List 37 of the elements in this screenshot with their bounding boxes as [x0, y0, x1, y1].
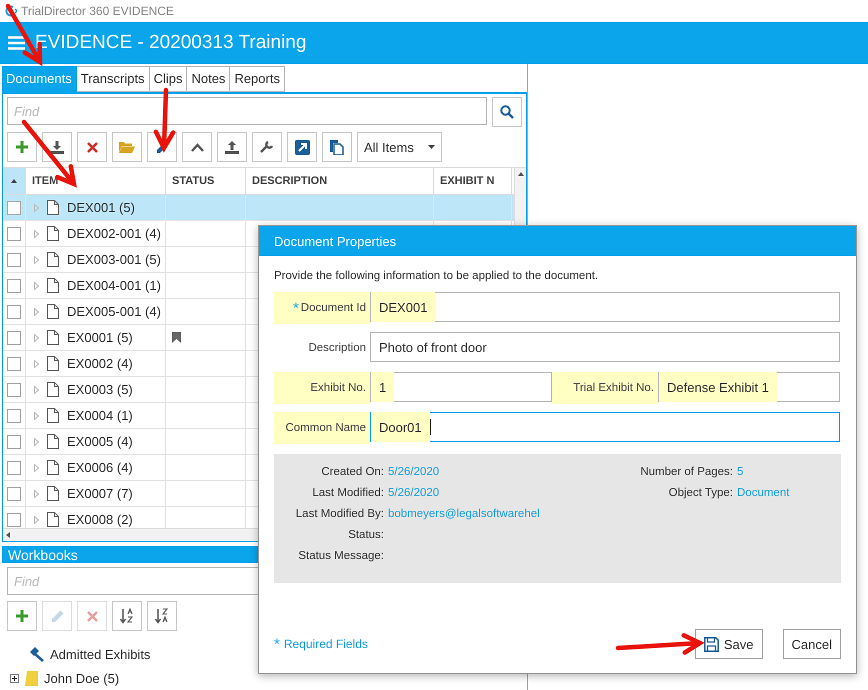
info-label: Status: — [347, 529, 384, 543]
info-label: Object Type: — [668, 487, 733, 501]
field-label: Common Name — [274, 412, 370, 444]
field-label: Exhibit No. — [274, 372, 370, 404]
info-value: 5/26/2020 — [388, 466, 440, 480]
info-value: Document — [737, 487, 790, 501]
item-id: EX0006 (4) — [67, 460, 133, 475]
info-value: 5/26/2020 — [388, 487, 440, 501]
app-title: TrialDirector 360 EVIDENCE — [21, 4, 174, 18]
field-label: Description — [307, 341, 367, 356]
dialog-title: Document Properties — [274, 234, 396, 248]
info-value: bobmeyers@legalsoftwarehel — [388, 508, 541, 522]
item-id: EX0003 (5) — [67, 382, 133, 397]
header-title: EVIDENCE - 20200313 Training — [35, 32, 306, 54]
item-id: DEX002-001 (4) — [67, 226, 161, 241]
item-id: EX0007 (7) — [67, 486, 133, 501]
item-id: DEX004-001 (1) — [67, 278, 161, 293]
intro-text: Provide the following information to be applied to the document. — [274, 270, 600, 282]
item-id: DEX005-001 (4) — [67, 304, 161, 319]
info-label: Last Modified: — [311, 487, 384, 501]
field-label: *Document Id — [274, 292, 370, 324]
info-label: Last Modified By: — [294, 508, 384, 522]
info-value: 5 — [737, 466, 744, 480]
item-id: EX0001 (5) — [67, 330, 133, 345]
required-note: Required Fields — [284, 637, 368, 651]
info-label: Number of Pages: — [639, 466, 733, 480]
item-id: DEX003-001 (5) — [67, 252, 161, 267]
item-id: EX0002 (4) — [67, 356, 133, 371]
info-label: Created On: — [320, 466, 384, 480]
field-label: Trial Exhibit No. — [552, 372, 658, 404]
panel-title: Workbooks — [8, 546, 78, 562]
item-id: EX0008 (2) — [67, 512, 133, 527]
item-id: DEX001 (5) — [67, 200, 135, 215]
item-id: EX0004 (1) — [67, 408, 133, 423]
item-id: EX0005 (4) — [67, 434, 133, 449]
required-mark: * — [274, 636, 280, 652]
info-label: Status Message: — [297, 550, 384, 564]
